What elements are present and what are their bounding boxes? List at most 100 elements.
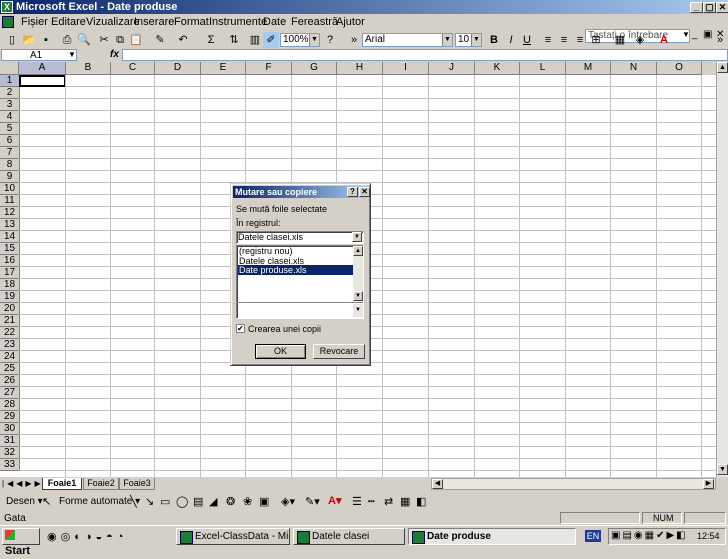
row-header-17[interactable]: 17	[0, 267, 20, 279]
sheet-tab-foaie1[interactable]: Foaie1	[42, 478, 82, 490]
row-header-19[interactable]: 19	[0, 291, 20, 303]
arrow-style-icon[interactable]: ⇄	[384, 495, 393, 508]
row-header-6[interactable]: 6	[0, 135, 20, 147]
save-icon[interactable]: ▪	[38, 32, 54, 48]
horizontal-scrollbar[interactable]: ◀ ▶	[431, 478, 716, 490]
name-box-dropdown-icon[interactable]: ▼	[68, 50, 76, 59]
diagram-icon[interactable]: ❂	[226, 495, 235, 508]
language-indicator[interactable]: EN	[585, 530, 601, 542]
column-header-i[interactable]: I	[383, 62, 429, 75]
autosum-icon[interactable]: Σ	[203, 32, 219, 48]
scroll-left-icon[interactable]: ◀	[432, 479, 443, 489]
column-header-k[interactable]: K	[475, 62, 520, 75]
column-header-d[interactable]: D	[155, 62, 201, 75]
row-header-29[interactable]: 29	[0, 411, 20, 423]
align-left-icon[interactable]: ≡	[540, 32, 556, 48]
undo-icon[interactable]: ↶	[175, 32, 191, 48]
scroll-up-icon[interactable]: ▲	[717, 62, 728, 73]
scroll-right-icon[interactable]: ▶	[703, 479, 714, 489]
autoshapes-menu[interactable]: Forme automate ▾	[59, 496, 140, 507]
picture-icon[interactable]: ▣	[259, 495, 269, 508]
menu-data[interactable]: Date	[260, 15, 289, 29]
row-header-5[interactable]: 5	[0, 123, 20, 135]
row-header-33[interactable]: 33	[0, 459, 20, 471]
row-header-18[interactable]: 18	[0, 279, 20, 291]
column-header-n[interactable]: N	[611, 62, 657, 75]
dialog-help-button[interactable]: ?	[347, 187, 358, 197]
fill-color-draw-icon[interactable]: ◈▾	[281, 495, 295, 508]
column-header-j[interactable]: J	[429, 62, 475, 75]
row-header-1[interactable]: 1	[0, 75, 20, 87]
dash-style-icon[interactable]: ┅	[368, 495, 375, 508]
row-header-32[interactable]: 32	[0, 447, 20, 459]
minimize-button[interactable]: _	[690, 2, 703, 13]
row-header-13[interactable]: 13	[0, 219, 20, 231]
cut-icon[interactable]: ✂	[96, 32, 112, 48]
wordart-icon[interactable]: ◢	[209, 495, 217, 508]
italic-icon[interactable]: I	[503, 32, 519, 48]
new-icon[interactable]: ▯	[4, 32, 20, 48]
sheet-tab-foaie2[interactable]: Foaie2	[83, 478, 119, 490]
textbox-icon[interactable]: ▤	[193, 495, 203, 508]
column-header-e[interactable]: E	[201, 62, 246, 75]
font-size-dropdown[interactable]: 10 ▼	[455, 33, 482, 47]
row-header-11[interactable]: 11	[0, 195, 20, 207]
row-header-30[interactable]: 30	[0, 423, 20, 435]
clipart-icon[interactable]: ❀	[243, 495, 252, 508]
list-scroll-down-icon[interactable]: ▼	[353, 304, 363, 317]
task-date-produse[interactable]: Date produse	[408, 528, 576, 545]
combo-chevron-down-icon[interactable]: ▼	[352, 232, 362, 242]
row-header-16[interactable]: 16	[0, 255, 20, 267]
chart-icon[interactable]: ▥	[247, 32, 263, 48]
column-header-l[interactable]: L	[520, 62, 566, 75]
start-button[interactable]: Start	[2, 528, 40, 557]
fill-color-icon[interactable]: ◈	[632, 32, 648, 48]
excel-app-icon[interactable]: X	[1, 1, 13, 13]
column-header-h[interactable]: H	[337, 62, 383, 75]
row-header-28[interactable]: 28	[0, 399, 20, 411]
print-preview-icon[interactable]: 🔍	[76, 32, 92, 48]
row-header-23[interactable]: 23	[0, 339, 20, 351]
format-painter-icon[interactable]: ✎	[152, 32, 168, 48]
workbook-icon[interactable]	[2, 16, 14, 28]
list-scrollbar[interactable]: ▲ ▼	[353, 246, 363, 301]
line-color-icon[interactable]: ✎▾	[305, 495, 320, 508]
arrow-icon[interactable]: ↘	[145, 495, 154, 508]
line-style-icon[interactable]: ☰	[352, 495, 362, 508]
font-color-draw-icon[interactable]: A▾	[328, 494, 341, 507]
row-header-8[interactable]: 8	[0, 159, 20, 171]
row-header-14[interactable]: 14	[0, 231, 20, 243]
column-header-m[interactable]: M	[566, 62, 611, 75]
paste-icon[interactable]: 📋	[128, 32, 144, 48]
align-right-icon[interactable]: ≡	[572, 32, 588, 48]
borders-icon[interactable]: ▦	[612, 32, 628, 48]
column-header-c[interactable]: C	[111, 62, 155, 75]
font-color-icon[interactable]: A	[656, 32, 672, 48]
row-header-10[interactable]: 10	[0, 183, 20, 195]
rectangle-icon[interactable]: ▭	[160, 495, 170, 508]
active-cell-a1[interactable]	[19, 75, 66, 87]
quick-launch-icons[interactable]: ◉◎◐◑◒◓◔	[47, 530, 127, 543]
insert-function-icon[interactable]: fx	[110, 49, 119, 60]
row-header-2[interactable]: 2	[0, 87, 20, 99]
column-header-o[interactable]: O	[657, 62, 702, 75]
dialog-close-button[interactable]: ✕	[359, 187, 370, 197]
workbook-list[interactable]: (registru nou) Datele clasei.xls Date pr…	[236, 245, 364, 319]
print-icon[interactable]: ⎙	[59, 32, 75, 48]
select-all-corner[interactable]	[0, 62, 19, 75]
column-header-a[interactable]: A	[19, 62, 66, 75]
column-header-f[interactable]: F	[246, 62, 292, 75]
zoom-dropdown[interactable]: 100% ▼	[280, 33, 320, 47]
workbook-combo[interactable]: Datele clasei.xls ▼	[236, 231, 364, 244]
list-item[interactable]: (registru nou)	[238, 246, 355, 256]
row-header-22[interactable]: 22	[0, 327, 20, 339]
toolbar-options-icon[interactable]: »	[346, 32, 362, 48]
draw-menu[interactable]: Desen ▾	[6, 496, 43, 507]
row-header-3[interactable]: 3	[0, 99, 20, 111]
scroll-down-icon[interactable]: ▼	[717, 464, 728, 475]
sort-icon[interactable]: ⇅	[226, 32, 242, 48]
task-excel-classdata[interactable]: Excel-ClassData - Micros...	[176, 528, 290, 545]
toolbar-more-icon[interactable]: »	[712, 32, 728, 48]
column-header-b[interactable]: B	[66, 62, 111, 75]
vertical-scrollbar[interactable]: ▲ ▼	[716, 62, 728, 477]
